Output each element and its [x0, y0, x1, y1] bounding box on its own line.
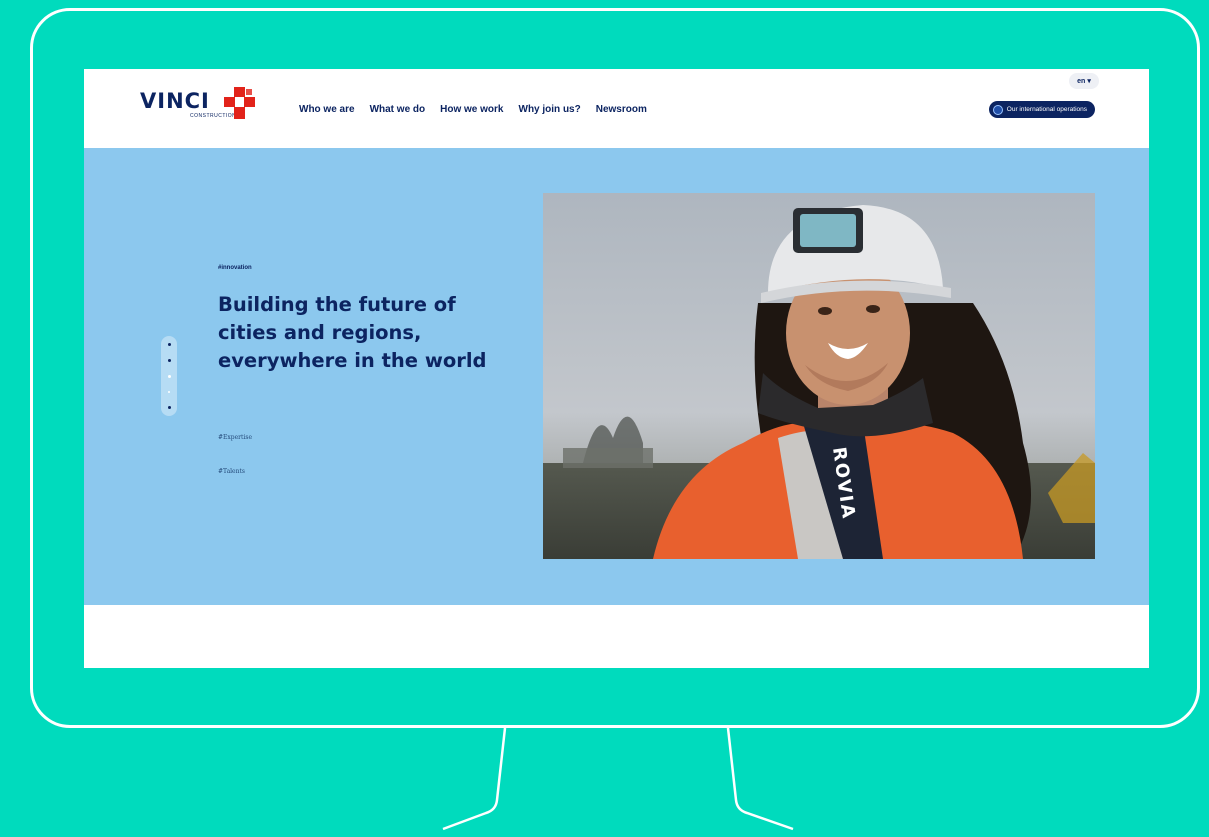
below-hero-area	[84, 605, 1149, 668]
nav-why-join-us[interactable]: Why join us?	[519, 104, 581, 115]
language-selector[interactable]: en ▾	[1069, 73, 1099, 89]
hero-photo-illustration: ROVIA	[543, 193, 1095, 559]
hero-eyebrow-tag[interactable]: #innovation	[218, 265, 252, 271]
logo-wordmark: VINCI	[140, 89, 210, 113]
main-nav: Who we are What we do How we work Why jo…	[299, 104, 647, 115]
nav-newsroom[interactable]: Newsroom	[596, 104, 647, 115]
slider-pagination[interactable]	[161, 336, 177, 416]
slider-dot-active[interactable]	[167, 375, 171, 378]
hero-headline: Building the future of cities and region…	[218, 293, 487, 372]
slider-dot[interactable]	[168, 391, 170, 393]
website-screen: VINCI CONSTRUCTION Who we are What we do…	[84, 69, 1149, 668]
vinci-construction-logo[interactable]: VINCI CONSTRUCTION	[140, 87, 280, 127]
international-button-label: Our international operations	[1006, 106, 1087, 113]
hero-photo-worker: ROVIA	[543, 193, 1095, 559]
vinci-logo-mark-icon	[224, 87, 255, 119]
chevron-down-icon: ▾	[1087, 78, 1091, 85]
nav-who-we-are[interactable]: Who we are	[299, 104, 355, 115]
slider-dot[interactable]	[167, 343, 171, 346]
globe-icon	[992, 104, 1003, 115]
language-label: en	[1077, 77, 1086, 85]
nav-how-we-work[interactable]: How we work	[440, 104, 503, 115]
site-header: VINCI CONSTRUCTION Who we are What we do…	[84, 69, 1149, 147]
nav-what-we-do[interactable]: What we do	[370, 104, 426, 115]
hero-tag-talents[interactable]: #Talents	[218, 468, 245, 475]
slider-dot[interactable]	[167, 406, 171, 409]
hero-tag-expertise[interactable]: #Expertise	[218, 434, 252, 441]
slider-dot[interactable]	[167, 359, 171, 362]
international-operations-button[interactable]: Our international operations	[988, 101, 1095, 118]
hero-section: #innovation Building the future of citie…	[84, 148, 1149, 605]
